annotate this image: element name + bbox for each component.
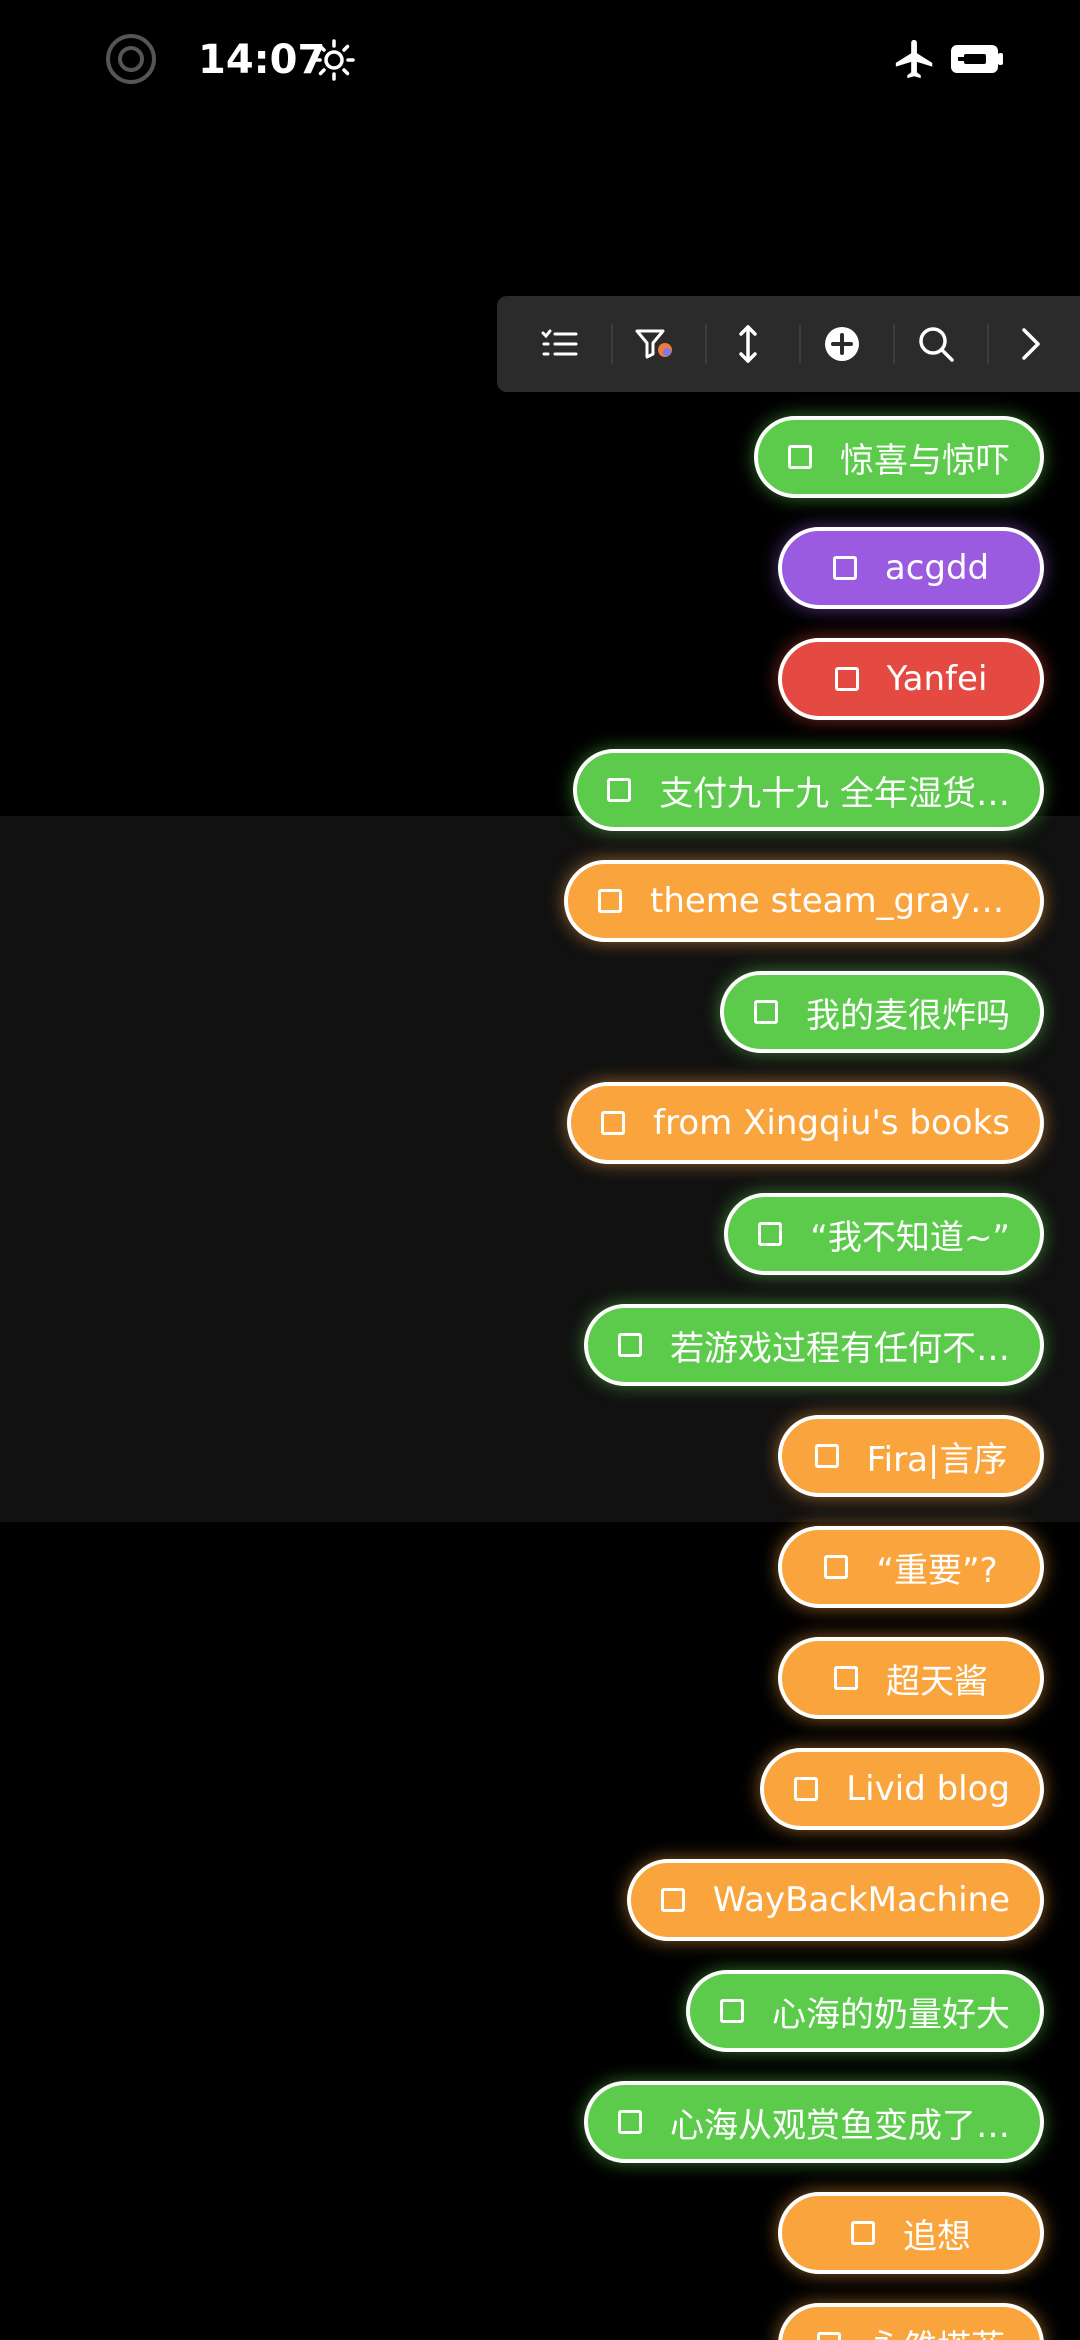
tag-item[interactable]: 心海从观赏鱼变成了… [584,2081,1044,2163]
checkbox[interactable] [834,1666,858,1690]
tag-item[interactable]: Fira|言序 [778,1415,1044,1497]
tag-label: from Xingqiu's books [653,1103,1010,1143]
tag-item[interactable]: Yanfei [778,638,1044,720]
checkbox[interactable] [832,556,857,580]
tag-item[interactable]: WayBackMachine [626,1859,1044,1941]
checkbox[interactable] [618,2110,642,2134]
tag-label: 若游戏过程有任何不… [670,1328,1010,1369]
checkbox[interactable] [834,667,859,691]
checkbox[interactable] [788,445,812,469]
tag-item[interactable]: 心海的奶量好大 [686,1970,1044,2052]
tag-label: 支付九十九 全年湿货… [659,773,1010,814]
tag-item[interactable]: 我的麦很炸吗 [720,971,1044,1053]
tag-label: 心海的奶量好大 [772,1994,1010,2035]
checkbox[interactable] [754,1000,778,1024]
checkbox[interactable] [817,2332,841,2340]
screen: 14:07 惊喜与惊吓 acgdd Yanfei 支付九十九 全年湿货… the… [0,0,1080,2340]
tag-item[interactable]: Livid blog [760,1748,1044,1830]
tag-list: 惊喜与惊吓 acgdd Yanfei 支付九十九 全年湿货… theme ste… [0,0,1080,2340]
tag-item[interactable]: 若游戏过程有任何不… [584,1304,1044,1386]
checkbox[interactable] [601,1111,626,1135]
tag-item[interactable]: 追想 [778,2192,1044,2274]
tag-label: Yanfei [886,659,988,699]
tag-label: 我的麦很炸吗 [806,995,1010,1036]
tag-item[interactable]: 支付九十九 全年湿货… [573,749,1044,831]
tag-item[interactable]: 超天酱 [778,1637,1044,1719]
tag-label: 追想 [903,2216,971,2257]
checkbox[interactable] [618,1333,642,1357]
tag-item[interactable]: “重要”? [778,1526,1044,1608]
checkbox[interactable] [598,889,622,913]
tag-item[interactable]: 惊喜与惊吓 [754,416,1044,498]
tag-item[interactable]: “我不知道~” [724,1193,1044,1275]
tag-label: 惊喜与惊吓 [840,440,1010,481]
tag-label: WayBackMachine [712,1880,1010,1920]
checkbox[interactable] [720,1999,744,2023]
checkbox[interactable] [607,778,632,802]
checkbox[interactable] [814,1444,839,1468]
checkbox[interactable] [824,1555,849,1579]
tag-label: acgdd [884,548,990,588]
tag-label: 永雏塔菲 [869,2320,1005,2340]
tag-item[interactable]: acgdd [778,527,1044,609]
tag-label: “我不知道~” [810,1217,1010,1258]
tag-item[interactable]: from Xingqiu's books [567,1082,1044,1164]
tag-label: Fira|言序 [866,1439,1008,1480]
checkbox[interactable] [794,1777,819,1801]
checkbox[interactable] [851,2221,875,2245]
tag-label: theme steam_grays… [650,881,1010,921]
tag-label: 心海从观赏鱼变成了… [670,2105,1010,2146]
tag-item[interactable]: 永雏塔菲 [778,2303,1044,2340]
tag-label: “重要”? [876,1550,998,1591]
tag-label: Livid blog [846,1769,1010,1809]
checkbox[interactable] [660,1888,685,1912]
tag-label: 超天酱 [886,1661,988,1702]
tag-item[interactable]: theme steam_grays… [564,860,1044,942]
checkbox[interactable] [758,1222,783,1246]
